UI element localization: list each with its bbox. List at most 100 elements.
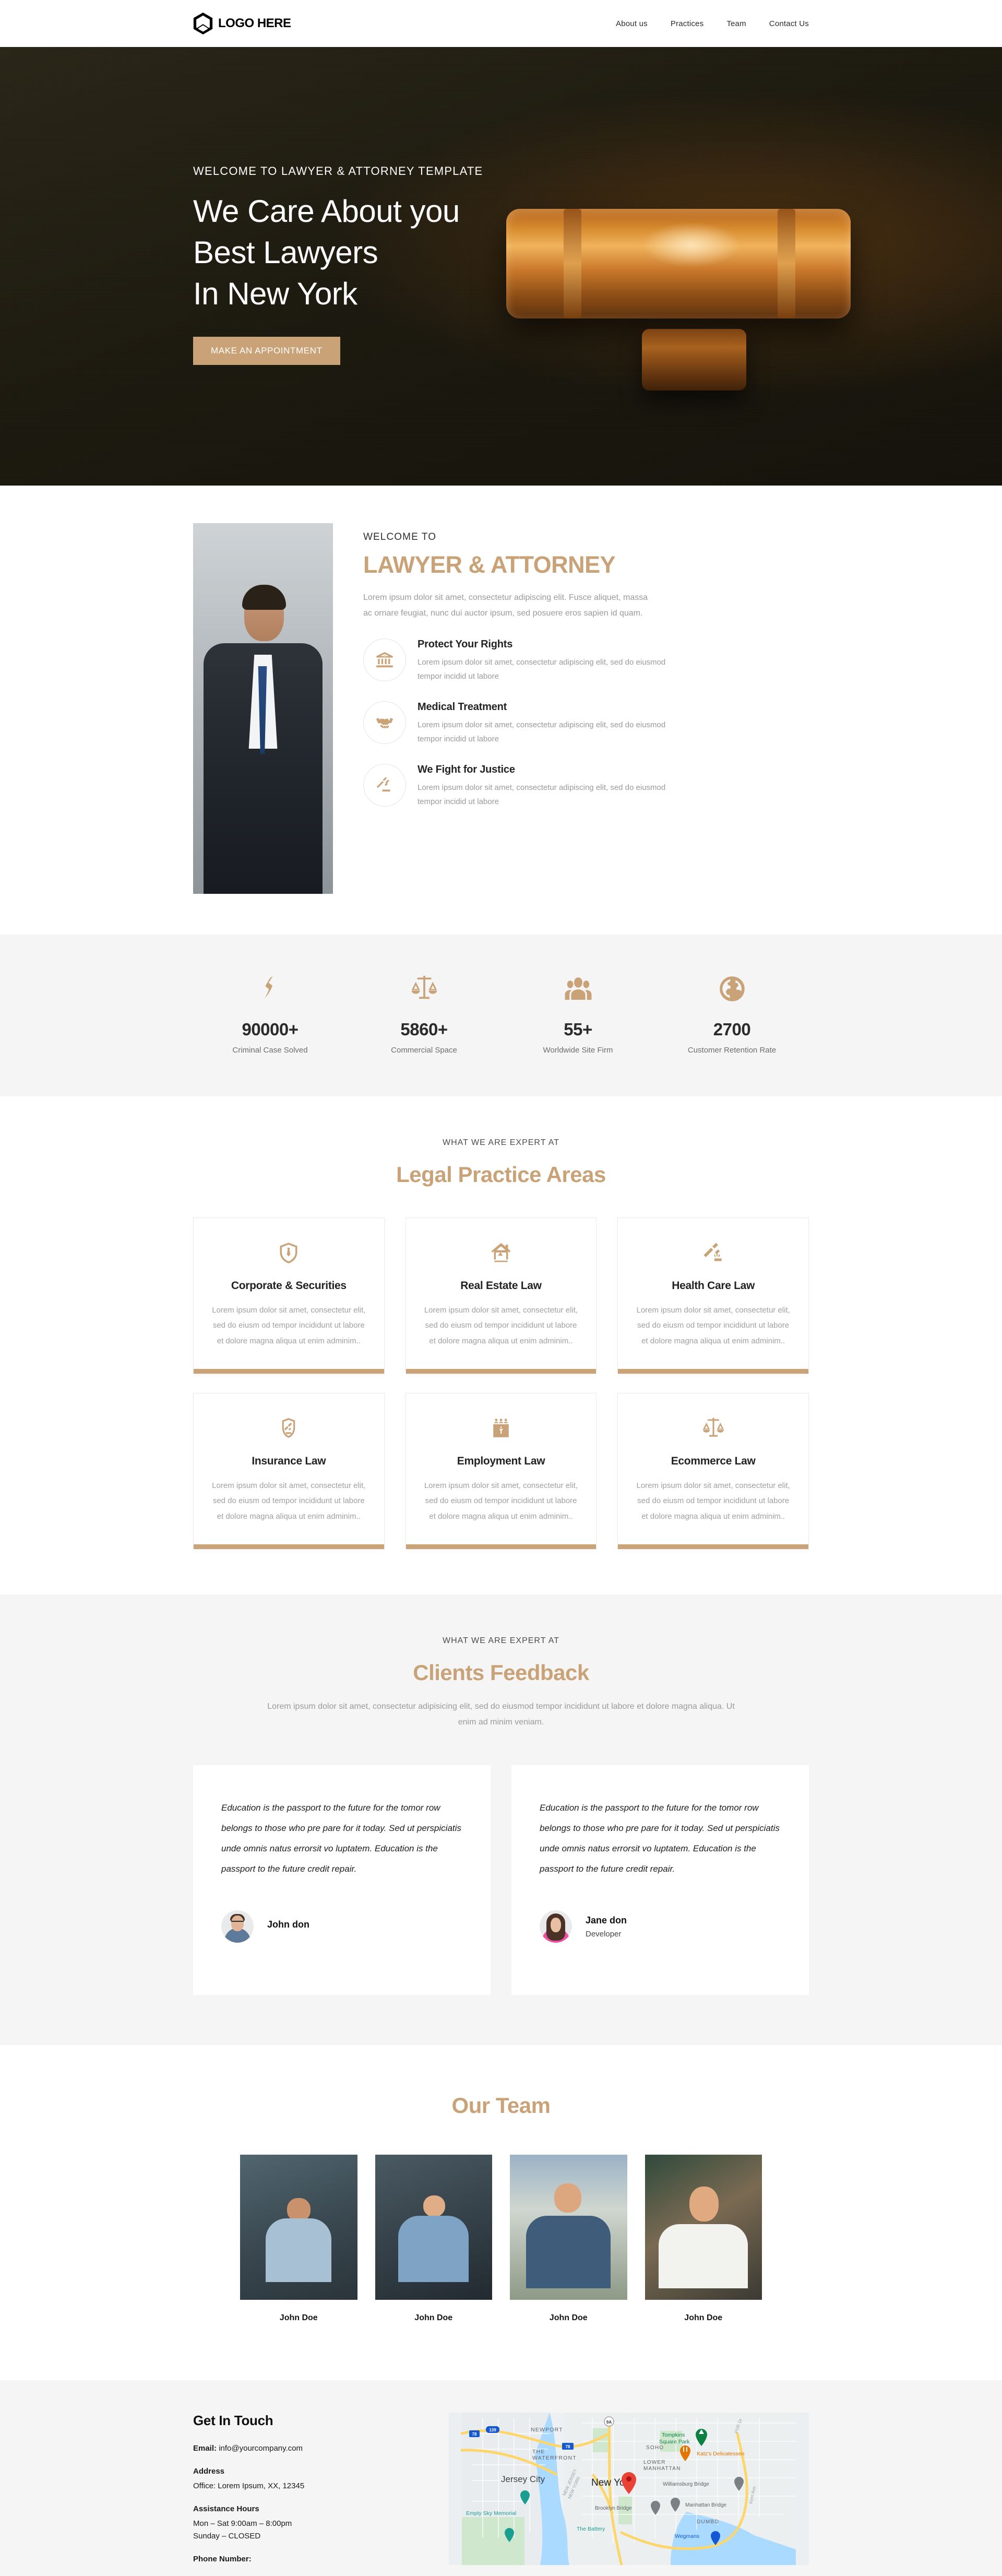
courthouse-icon: [363, 639, 406, 682]
svg-text:MANHATTAN: MANHATTAN: [643, 2466, 681, 2472]
scales-icon: [411, 976, 437, 999]
hero-title: We Care About you Best Lawyers In New Yo…: [193, 191, 809, 315]
svg-text:Brooklyn Bridge: Brooklyn Bridge: [595, 2506, 632, 2511]
stat-item: 5860+ Commercial Space: [347, 974, 501, 1055]
stat-label: Worldwide Site Firm: [543, 1046, 613, 1055]
team-member-photo: [645, 2154, 762, 2300]
team-title: Our Team: [451, 2093, 551, 2118]
contact-address-value: Office: Lorem Ipsum, XX, 12345: [193, 2481, 305, 2490]
location-map[interactable]: 78 139 78 9A NEWPORT THE WATERFRONT SOHO L…: [449, 2412, 809, 2565]
nav-item-about-us[interactable]: About us: [616, 19, 648, 28]
contact-phone-row: Phone Number:: [193, 2553, 418, 2566]
stat-label: Commercial Space: [391, 1046, 457, 1055]
feedback-kicker: WHAT WE ARE EXPERT AT: [442, 1636, 559, 1645]
team-member-name: John Doe: [549, 2313, 588, 2322]
contact-address-label: Address: [193, 2466, 225, 2476]
practice-card-title: Ecommerce Law: [671, 1455, 756, 1467]
testimonial-quote: Education is the passport to the future …: [540, 1802, 780, 1874]
about-section: WELCOME TO LAWYER & ATTORNEY Lorem ipsum…: [0, 486, 1002, 935]
stat-value: 90000+: [242, 1020, 299, 1039]
practice-card[interactable]: Ecommerce Law Lorem ipsum dolor sit amet…: [617, 1393, 809, 1550]
svg-text:Wegmans: Wegmans: [675, 2533, 699, 2539]
hexagon-logo-icon: [193, 13, 213, 34]
map-canvas: 78 139 78 9A NEWPORT THE WATERFRONT SOHO L…: [460, 2412, 796, 2565]
testimonial-card: Education is the passport to the future …: [193, 1765, 491, 1995]
about-feature-item: We Fight for Justice Lorem ipsum dolor s…: [363, 764, 809, 809]
shield-tie-icon: [280, 1243, 297, 1263]
practice-card-accent-bar: [194, 1544, 384, 1549]
handshake-icon: [363, 701, 406, 745]
contact-phone-label: Phone Number:: [193, 2554, 252, 2563]
team-member-card: John Doe: [375, 2154, 492, 2323]
hero-title-line-3: In New York: [193, 276, 357, 312]
practice-card[interactable]: Insurance Law Lorem ipsum dolor sit amet…: [193, 1393, 385, 1550]
gavel-icon: [363, 764, 406, 807]
svg-text:SOHO: SOHO: [646, 2445, 664, 2451]
contact-title: Get In Touch: [193, 2412, 273, 2428]
about-feature-item: Medical Treatment Lorem ipsum dolor sit …: [363, 701, 809, 746]
svg-text:Katz's Delicatessen: Katz's Delicatessen: [697, 2451, 744, 2457]
svg-text:Tompkins: Tompkins: [662, 2432, 685, 2438]
house-scales-icon: [491, 1243, 511, 1262]
make-an-appointment-button[interactable]: MAKE AN APPOINTMENT: [193, 336, 340, 365]
practice-card-title: Insurance Law: [252, 1455, 326, 1467]
practice-card-title: Corporate & Securities: [231, 1280, 347, 1292]
svg-text:Jersey City: Jersey City: [501, 2474, 545, 2484]
practice-card[interactable]: Real Estate Law Lorem ipsum dolor sit am…: [405, 1218, 597, 1374]
feedback-subtitle: Lorem ipsum dolor sit amet, consectetur …: [267, 1702, 735, 1727]
team-member-name: John Doe: [279, 2313, 318, 2322]
about-title: LAWYER & ATTORNEY: [363, 551, 616, 578]
nav-item-team[interactable]: Team: [726, 19, 746, 28]
stat-item: 90000+ Criminal Case Solved: [193, 974, 347, 1055]
hero-title-line-1: We Care About you: [193, 194, 460, 229]
feedback-title: Clients Feedback: [413, 1660, 589, 1685]
contact-hours-label: Assistance Hours: [193, 2504, 259, 2513]
svg-text:Williamsburg Bridge: Williamsburg Bridge: [663, 2482, 709, 2487]
team-member-name: John Doe: [684, 2313, 723, 2322]
svg-text:78: 78: [566, 2444, 570, 2449]
practice-title: Legal Practice Areas: [396, 1162, 606, 1187]
practice-card-accent-bar: [618, 1369, 808, 1374]
practice-card-accent-bar: [194, 1369, 384, 1374]
practice-card-title: Health Care Law: [672, 1280, 755, 1292]
gavel-strike-icon: [703, 1243, 722, 1261]
practice-card[interactable]: Health Care Law Lorem ipsum dolor sit am…: [617, 1218, 809, 1374]
stat-item: 55+ Worldwide Site Firm: [501, 974, 655, 1055]
scales-icon: [702, 1417, 724, 1437]
svg-text:Square Park: Square Park: [659, 2439, 690, 2445]
site-header: LOGO HERE About us Practices Team Contac…: [0, 0, 1002, 47]
team-member-card: John Doe: [510, 2154, 627, 2323]
team-member-card: John Doe: [645, 2154, 762, 2323]
stat-label: Customer Retention Rate: [687, 1046, 777, 1055]
attorney-portrait-image: [193, 523, 333, 894]
about-kicker: WELCOME TO: [363, 531, 437, 542]
team-member-card: John Doe: [240, 2154, 357, 2323]
practice-card-text: Lorem ipsum dolor sit amet, consectetur …: [636, 1306, 790, 1345]
svg-text:THE: THE: [532, 2449, 545, 2455]
avatar: [221, 1910, 254, 1943]
svg-text:LOWER: LOWER: [643, 2460, 666, 2465]
practice-card-accent-bar: [405, 1369, 597, 1374]
practice-card[interactable]: Employment Law Lorem ipsum dolor sit ame…: [405, 1393, 597, 1550]
team-member-photo: [240, 2154, 357, 2300]
practice-card[interactable]: Corporate & Securities Lorem ipsum dolor…: [193, 1218, 385, 1374]
svg-text:NEWPORT: NEWPORT: [531, 2427, 563, 2433]
nav-item-practices[interactable]: Practices: [671, 19, 704, 28]
team-section: Our Team John Doe John Doe John Doe John…: [0, 2045, 1002, 2380]
nav-item-contact-us[interactable]: Contact Us: [769, 19, 809, 28]
logo[interactable]: LOGO HERE: [193, 13, 291, 34]
testimonial-card: Education is the passport to the future …: [511, 1765, 809, 1995]
team-member-photo: [375, 2154, 492, 2300]
contact-email-value[interactable]: info@yourcompany.com: [219, 2444, 303, 2453]
testimonial-name: Jane don: [586, 1915, 627, 1925]
people-icon: [565, 977, 591, 1000]
practice-card-title: Employment Law: [457, 1455, 545, 1467]
hero-section: WELCOME TO LAWYER & ATTORNEY TEMPLATE We…: [0, 47, 1002, 486]
stats-section: 90000+ Criminal Case Solved 5860+ Commer…: [0, 935, 1002, 1096]
globe-icon: [719, 976, 745, 1001]
practice-kicker: WHAT WE ARE EXPERT AT: [442, 1138, 559, 1147]
team-member-photo: [510, 2154, 627, 2300]
svg-text:WATERFRONT: WATERFRONT: [532, 2455, 577, 2461]
svg-text:The Battery: The Battery: [577, 2526, 605, 2532]
contact-section: Get In Touch Email: info@yourcompany.com…: [0, 2380, 1002, 2576]
